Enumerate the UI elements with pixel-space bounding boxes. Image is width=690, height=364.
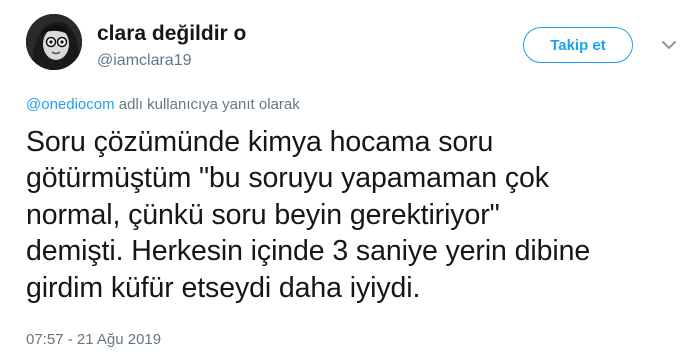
reply-context-label: adlı kullanıcıya yanıt olarak [114, 96, 300, 113]
avatar-photo-icon [26, 14, 82, 70]
user-handle[interactable]: @iamclara19 [97, 51, 246, 71]
follow-button[interactable]: Takip et [523, 27, 633, 63]
reply-mention-link[interactable]: @onediocom [26, 96, 115, 113]
user-info: clara değildir o @iamclara19 [97, 22, 246, 71]
tweet-timestamp[interactable]: 07:57 - 21 Ağu 2019 [26, 330, 161, 350]
display-name[interactable]: clara değildir o [97, 22, 246, 46]
tweet-text-line: girdim küfür etseydi daha iyiydi. [26, 271, 421, 304]
chevron-down-icon[interactable] [660, 36, 678, 54]
tweet-text-line: götürmüştüm "bu soruyu yapamaman çok [26, 162, 549, 195]
tweet-text: Soru çözümünde kimya hocama soru götürmü… [26, 124, 686, 306]
tweet-card: clara değildir o @iamclara19 Takip et @o… [0, 0, 690, 364]
avatar[interactable] [26, 14, 82, 70]
reply-context: @onediocom adlı kullanıcıya yanıt olarak [26, 95, 300, 115]
tweet-text-line: Soru çözümünde kimya hocama soru [26, 126, 494, 158]
tweet-text-line: demişti. Herkesin içinde 3 saniye yerin … [26, 235, 591, 268]
tweet-text-line: normal, çünkü soru beyin gerektiriyor" [26, 198, 500, 231]
